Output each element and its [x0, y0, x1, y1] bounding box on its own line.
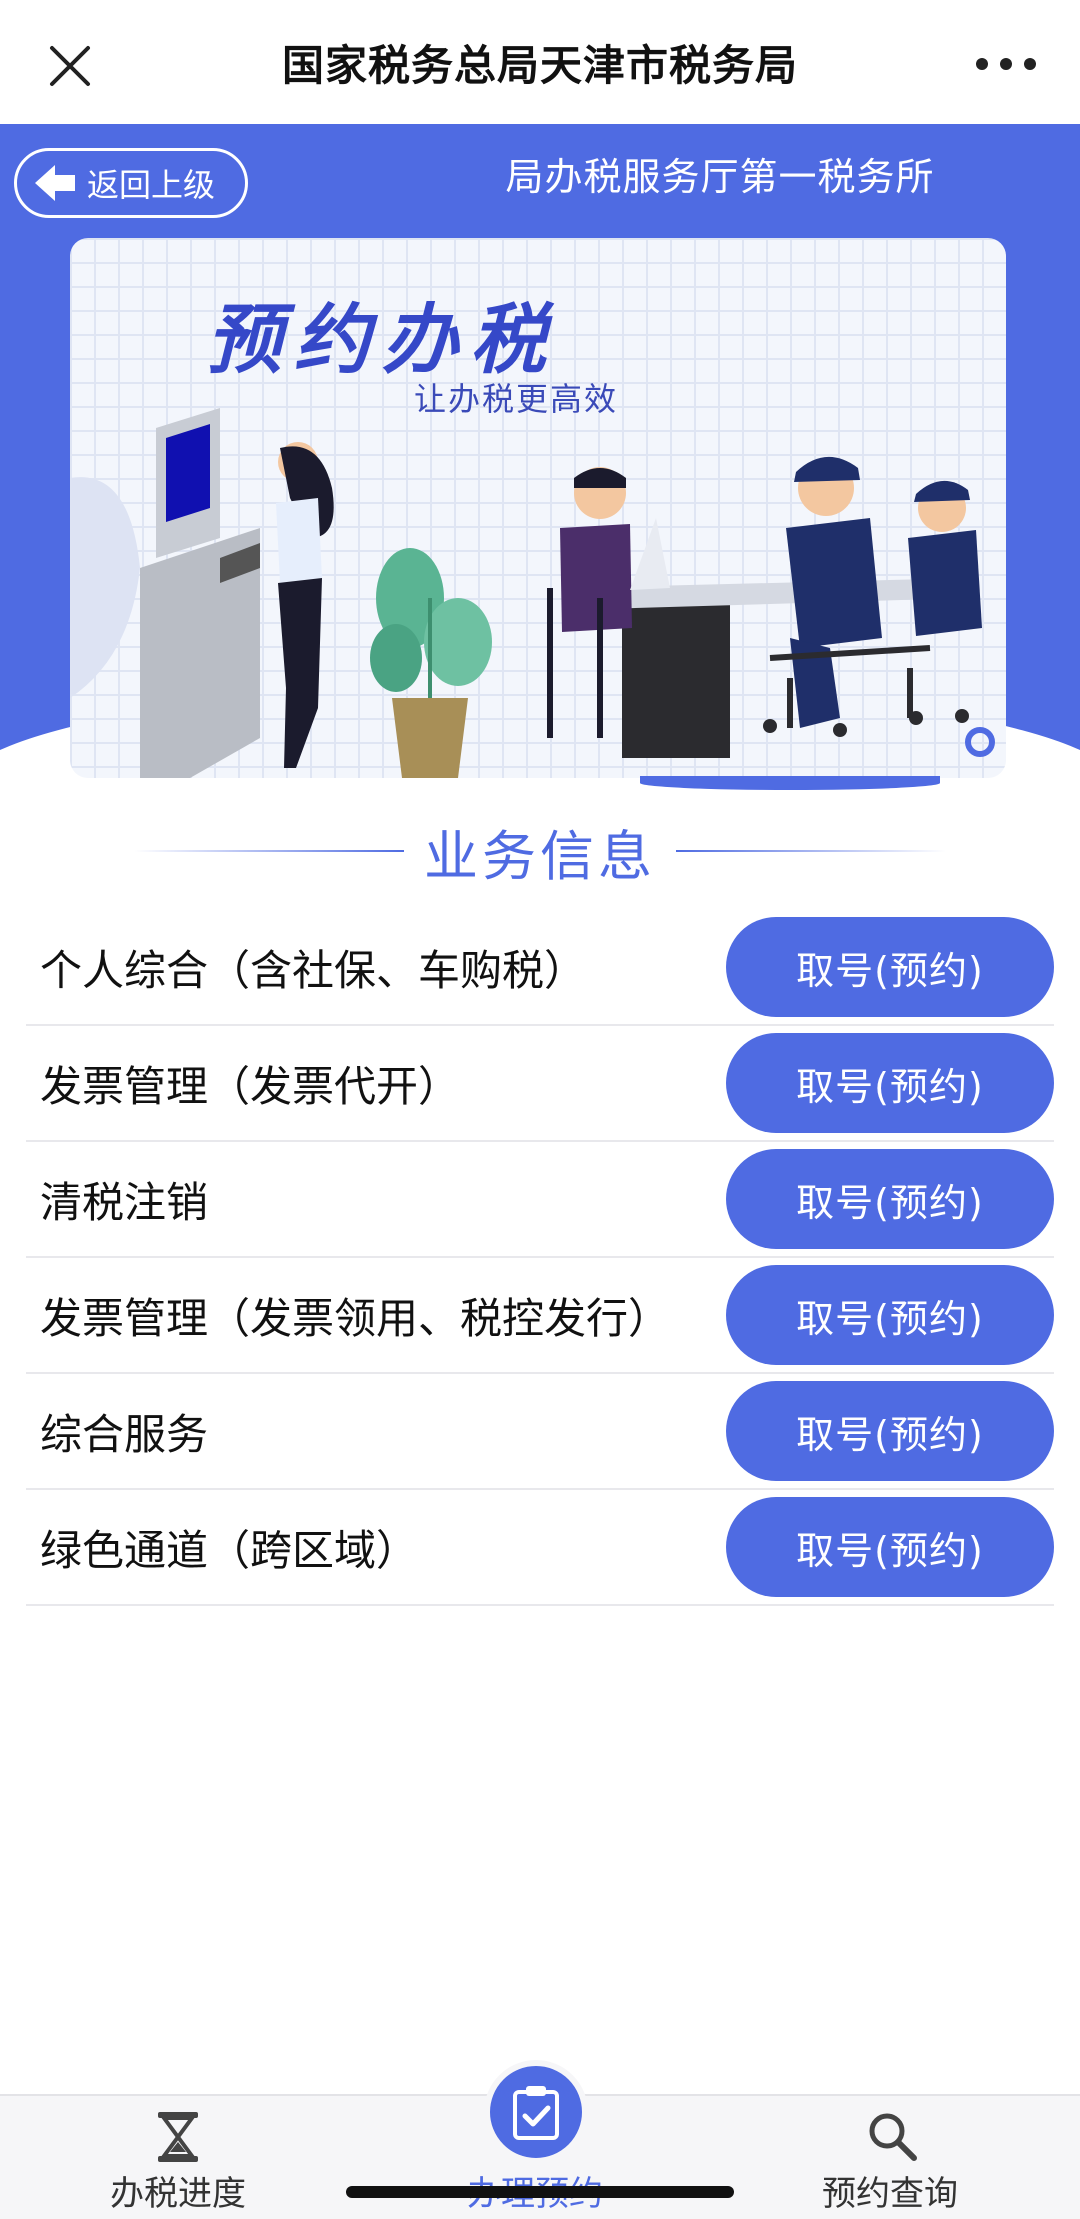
service-row: 发票管理（发票领用、税控发行） 取号(预约) — [26, 1258, 1054, 1374]
service-name: 个人综合（含社保、车购税） — [40, 945, 587, 995]
top-bar: 国家税务总局天津市税务局 — [0, 0, 1080, 124]
search-icon — [869, 2113, 917, 2161]
service-row: 绿色通道（跨区域） 取号(预约) — [26, 1490, 1054, 1606]
appointment-banner: 预约办税 让办税更高效 — [70, 238, 1006, 778]
service-row: 清税注销 取号(预约) — [26, 1142, 1054, 1258]
take-number-button[interactable]: 取号(预约) — [726, 1033, 1054, 1133]
banner-subtitle: 让办税更高效 — [414, 380, 619, 418]
service-row: 综合服务 取号(预约) — [26, 1374, 1054, 1490]
home-indicator — [346, 2186, 734, 2198]
back-button[interactable]: 返回上级 — [14, 148, 248, 218]
back-arrow-icon — [35, 165, 75, 201]
take-number-button[interactable]: 取号(预约) — [726, 1497, 1054, 1597]
take-number-button[interactable]: 取号(预约) — [726, 1149, 1054, 1249]
book-appointment-fab[interactable] — [484, 2060, 588, 2164]
back-button-label: 返回上级 — [87, 166, 216, 204]
clipboard-check-icon — [513, 2086, 559, 2140]
service-row: 个人综合（含社保、车购税） 取号(预约) — [26, 910, 1054, 1026]
tab-progress-label: 办税进度 — [110, 2174, 246, 2214]
service-list: 个人综合（含社保、车购税） 取号(预约) 发票管理（发票代开） 取号(预约) 清… — [26, 910, 1054, 1606]
banner-accent-strip — [640, 776, 940, 790]
tab-query[interactable]: 预约查询 — [770, 2096, 1010, 2219]
page-title: 国家税务总局天津市税务局 — [281, 40, 798, 90]
section-title: 业务信息 — [424, 824, 656, 888]
close-icon[interactable] — [44, 40, 96, 92]
section-divider-left — [134, 850, 404, 852]
service-row: 发票管理（发票代开） 取号(预约) — [26, 1026, 1054, 1142]
service-name: 绿色通道（跨区域） — [40, 1525, 419, 1575]
office-name: 局办税服务厅第一税务所 — [505, 155, 935, 199]
section-divider-right — [676, 850, 946, 852]
hourglass-icon — [158, 2112, 198, 2162]
more-icon[interactable] — [976, 56, 1036, 72]
service-name: 清税注销 — [40, 1177, 209, 1227]
service-name: 综合服务 — [40, 1409, 209, 1459]
banner-headline: 预约办税 — [206, 295, 558, 384]
service-name: 发票管理（发票领用、税控发行） — [40, 1293, 671, 1343]
tab-query-label: 预约查询 — [822, 2174, 958, 2214]
take-number-button[interactable]: 取号(预约) — [726, 1265, 1054, 1365]
take-number-button[interactable]: 取号(预约) — [726, 917, 1054, 1017]
tab-progress[interactable]: 办税进度 — [58, 2096, 298, 2219]
take-number-button[interactable]: 取号(预约) — [726, 1381, 1054, 1481]
section-header: 业务信息 — [0, 816, 1080, 888]
service-name: 发票管理（发票代开） — [40, 1061, 461, 1111]
